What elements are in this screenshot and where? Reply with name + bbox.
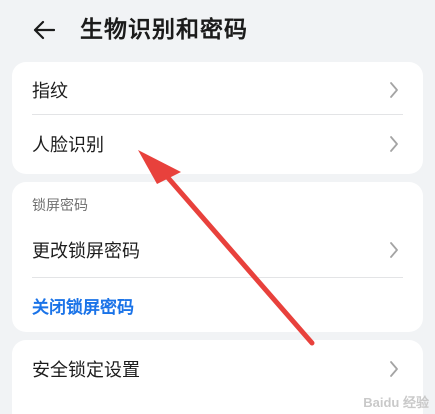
watermark-logo: Baidu 经验: [363, 395, 429, 410]
security-lock-card: 安全锁定设置: [12, 340, 423, 414]
face-recognition-label: 人脸识别: [32, 135, 104, 156]
chevron-right-icon: [390, 82, 398, 98]
face-recognition-row[interactable]: 人脸识别: [12, 118, 423, 174]
lock-screen-password-card: 锁屏密码 更改锁屏密码 关闭锁屏密码: [12, 182, 423, 332]
fingerprint-row[interactable]: 指纹: [12, 62, 423, 118]
back-button[interactable]: [26, 14, 62, 46]
divider: [32, 277, 403, 278]
back-arrow-icon: [33, 20, 55, 40]
title-bar: 生物识别和密码: [0, 0, 435, 62]
chevron-right-icon: [390, 361, 398, 377]
biometrics-card: 指纹 人脸识别: [12, 62, 423, 174]
security-lock-settings-label: 安全锁定设置: [32, 360, 140, 381]
page-title: 生物识别和密码: [80, 17, 248, 43]
divider: [32, 114, 403, 115]
security-lock-settings-row[interactable]: 安全锁定设置: [12, 340, 423, 396]
chevron-right-icon: [390, 242, 398, 258]
change-lock-password-row[interactable]: 更改锁屏密码: [12, 224, 423, 276]
fingerprint-label: 指纹: [32, 81, 68, 102]
settings-screen: 生物识别和密码 指纹 人脸识别 锁屏密码 更改锁屏密码 关闭锁屏密码 安全锁定设…: [0, 0, 435, 414]
section-header: 锁屏密码: [32, 198, 88, 214]
disable-lock-password-link[interactable]: 关闭锁屏密码: [32, 293, 134, 318]
chevron-right-icon: [390, 136, 398, 152]
change-lock-password-label: 更改锁屏密码: [32, 241, 140, 262]
